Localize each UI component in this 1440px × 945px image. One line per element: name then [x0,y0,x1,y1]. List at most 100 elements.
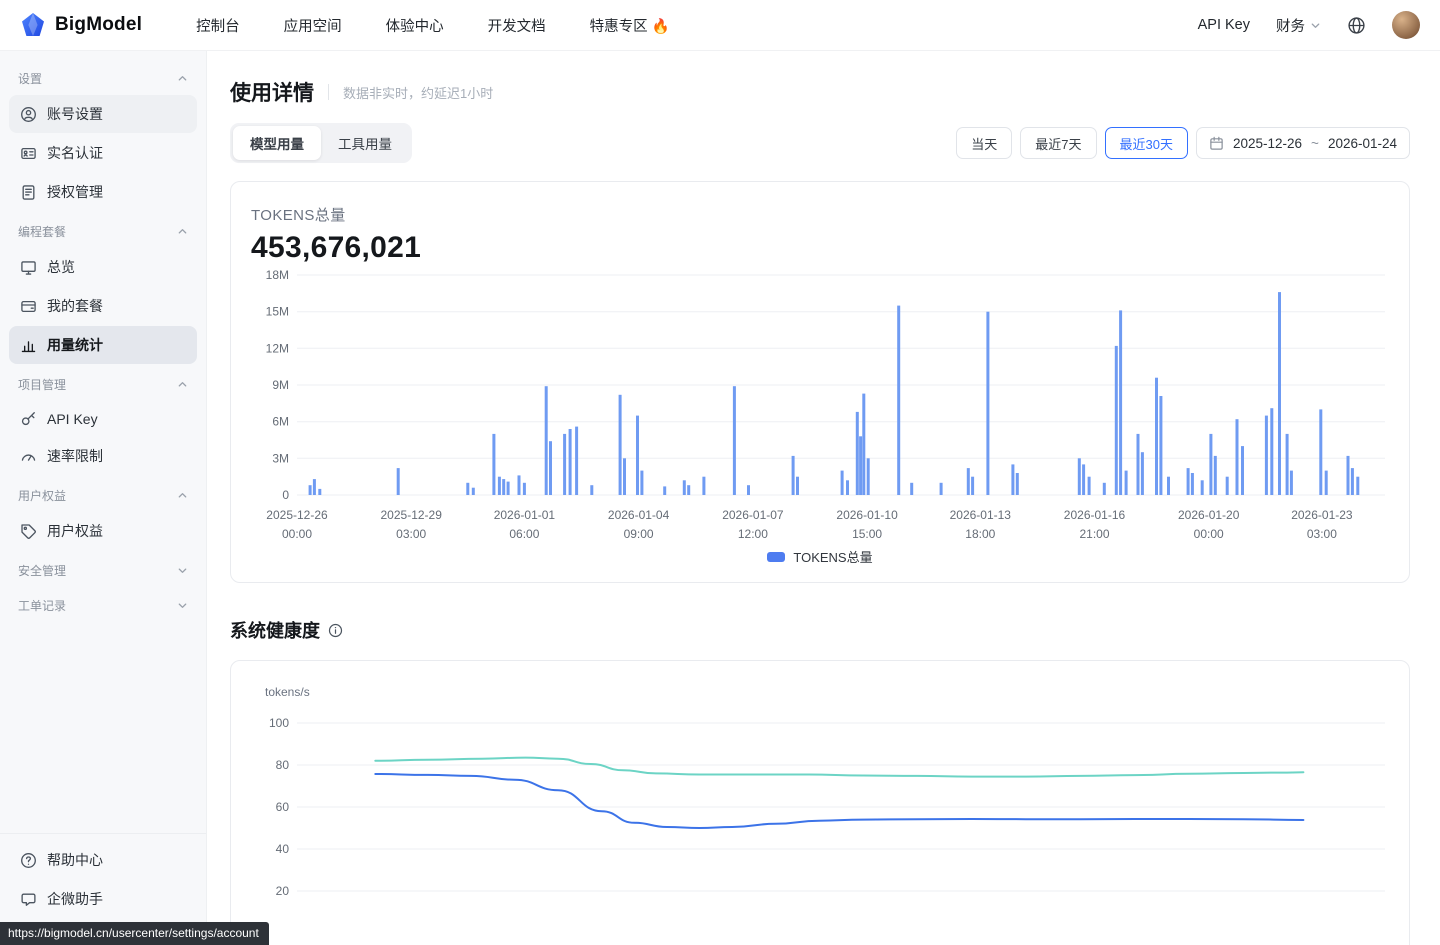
svg-text:2026-01-23: 2026-01-23 [1291,508,1353,522]
chevron-up-icon [177,379,188,390]
svg-text:18M: 18M [266,268,289,282]
sidebar-item-label: 总览 [47,257,75,277]
usage-type-tabs: 模型用量 工具用量 [230,123,412,163]
nav-item-experience[interactable]: 体验中心 [386,15,444,36]
tag-icon [20,523,37,540]
sidebar-group-benefits[interactable]: 用户权益 [9,476,197,511]
chevron-down-icon [177,600,188,611]
user-avatar[interactable] [1392,11,1420,39]
bigmodel-logo-icon [20,12,46,38]
range-controls: 当天 最近7天 最近30天 2025-12-26 ~ 2026-01-24 [956,127,1410,159]
range-button-7days[interactable]: 最近7天 [1020,127,1096,159]
app-window: BigModel 控制台 应用空间 体验中心 开发文档 特惠专区 🔥 API K… [0,0,1440,945]
svg-text:2026-01-16: 2026-01-16 [1064,508,1126,522]
svg-text:00:00: 00:00 [1194,527,1224,541]
svg-text:15M: 15M [266,305,289,319]
controls-row: 模型用量 工具用量 当天 最近7天 最近30天 2025-12-26 ~ 202… [230,123,1410,163]
health-section-title: 系统健康度 [230,617,1410,643]
help-icon [20,852,37,869]
nav-item-promo[interactable]: 特惠专区 🔥 [590,15,670,36]
tab-tool-usage[interactable]: 工具用量 [321,126,409,160]
info-icon[interactable] [328,623,343,638]
finance-menu[interactable]: 财务 [1276,15,1321,36]
sidebar-item-label: 实名认证 [47,143,103,163]
group-label: 工单记录 [18,597,66,614]
sidebar-item-user-benefits[interactable]: 用户权益 [9,512,197,550]
sidebar-item-api-key[interactable]: API Key [9,401,197,436]
calendar-icon [1209,136,1224,151]
top-navbar: BigModel 控制台 应用空间 体验中心 开发文档 特惠专区 🔥 API K… [0,0,1440,51]
sidebar-item-label: 我的套餐 [47,296,103,316]
package-icon [20,298,37,315]
health-unit-label: tokens/s [265,685,1389,699]
sidebar-item-help-center[interactable]: 帮助中心 [9,841,197,879]
chevron-up-icon [177,73,188,84]
sidebar-item-authorization[interactable]: 授权管理 [9,173,197,211]
sidebar-group-coding-plan[interactable]: 编程套餐 [9,212,197,247]
sidebar-item-my-plan[interactable]: 我的套餐 [9,287,197,325]
brand-logo[interactable]: BigModel [20,12,142,38]
svg-text:2026-01-07: 2026-01-07 [722,508,784,522]
sidebar-item-label: 用户权益 [47,521,103,541]
sidebar-group-tickets[interactable]: 工单记录 [9,586,197,621]
nav-item-docs[interactable]: 开发文档 [488,15,546,36]
sidebar-group-project[interactable]: 项目管理 [9,365,197,400]
svg-text:21:00: 21:00 [1079,527,1109,541]
date-range-picker[interactable]: 2025-12-26 ~ 2026-01-24 [1196,127,1410,159]
svg-text:6M: 6M [272,415,289,429]
license-icon [20,184,37,201]
svg-text:15:00: 15:00 [852,527,882,541]
status-url-bar: https://bigmodel.cn/usercenter/settings/… [0,922,269,945]
sidebar-item-label: 授权管理 [47,182,103,202]
sidebar-item-overview[interactable]: 总览 [9,248,197,286]
sidebar-group-security[interactable]: 安全管理 [9,551,197,586]
nav-item-console[interactable]: 控制台 [196,15,240,36]
nav-right: API Key 财务 [1198,11,1420,39]
svg-text:06:00: 06:00 [509,527,539,541]
system-health-chart: 10080604020 [251,699,1391,945]
chat-icon [20,891,37,908]
sidebar-item-rate-limit[interactable]: 速率限制 [9,437,197,475]
svg-text:2026-01-04: 2026-01-04 [608,508,670,522]
group-label: 安全管理 [18,562,66,579]
svg-text:2025-12-29: 2025-12-29 [381,508,443,522]
id-card-icon [20,145,37,162]
group-label: 用户权益 [18,487,66,504]
svg-text:18:00: 18:00 [965,527,995,541]
page-title: 使用详情 [230,77,314,107]
sidebar-item-label: 企微助手 [47,889,103,909]
globe-icon[interactable] [1347,16,1366,35]
sidebar-item-real-name[interactable]: 实名认证 [9,134,197,172]
legend-swatch [767,552,785,562]
sidebar-item-account-settings[interactable]: 账号设置 [9,95,197,133]
chart-legend[interactable]: TOKENS总量 [251,547,1389,574]
sidebar-item-usage-stats[interactable]: 用量统计 [9,326,197,364]
monitor-icon [20,259,37,276]
finance-label: 财务 [1276,15,1305,36]
tokens-total-value: 453,676,021 [251,231,1389,265]
svg-text:2026-01-10: 2026-01-10 [836,508,898,522]
legend-label: TOKENS总量 [793,547,872,566]
sidebar-item-label: 用量统计 [47,335,103,355]
account-icon [20,106,37,123]
api-key-link[interactable]: API Key [1198,17,1250,33]
sidebar-group-settings[interactable]: 设置 [9,59,197,94]
svg-text:12:00: 12:00 [738,527,768,541]
chevron-up-icon [177,490,188,501]
sidebar-item-label: 账号设置 [47,104,103,124]
tokens-usage-card: TOKENS总量 453,676,021 03M6M9M12M15M18M202… [230,181,1410,583]
nav-item-app-space[interactable]: 应用空间 [284,15,342,36]
svg-text:0: 0 [282,488,289,502]
svg-text:40: 40 [276,842,290,856]
main-nav: 控制台 应用空间 体验中心 开发文档 特惠专区 🔥 [196,15,670,36]
svg-text:2026-01-13: 2026-01-13 [950,508,1012,522]
svg-text:03:00: 03:00 [396,527,426,541]
tab-model-usage[interactable]: 模型用量 [233,126,321,160]
sidebar-item-wechat-assistant[interactable]: 企微助手 [9,880,197,918]
svg-text:100: 100 [269,716,289,730]
svg-text:20: 20 [276,884,290,898]
group-label: 编程套餐 [18,223,66,240]
range-button-today[interactable]: 当天 [956,127,1012,159]
range-button-30days[interactable]: 最近30天 [1105,127,1188,159]
svg-text:03:00: 03:00 [1307,527,1337,541]
